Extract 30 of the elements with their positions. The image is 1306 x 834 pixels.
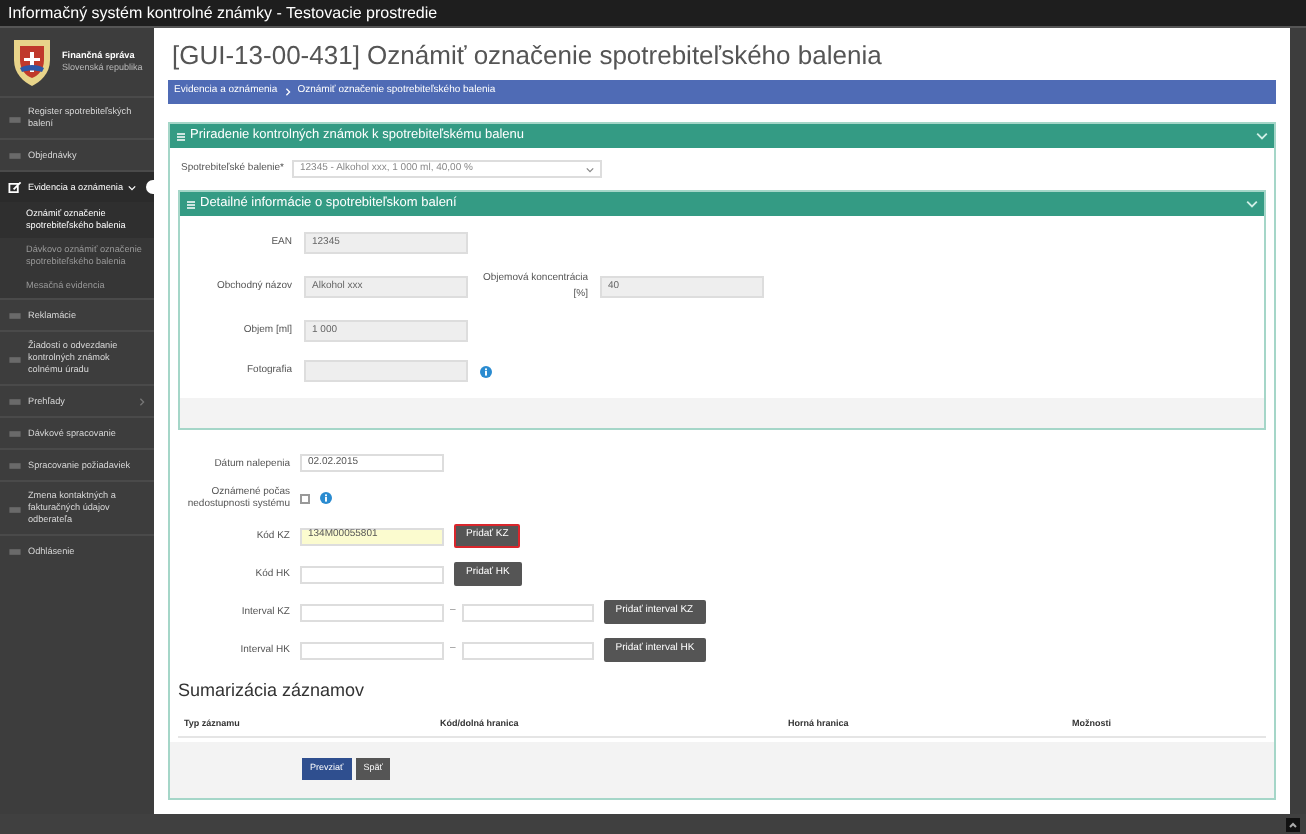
menu-item-icon: [8, 546, 22, 558]
input-field[interactable]: [461, 603, 594, 621]
menu-item-icon: [8, 150, 22, 162]
dropdown-caret-icon: [586, 165, 594, 173]
input-field[interactable]: [300, 565, 444, 583]
chevron-down-icon[interactable]: [1246, 200, 1258, 208]
input-field[interactable]: [300, 641, 444, 659]
menu-item-icon: [8, 396, 22, 408]
menu-item-icon: [8, 460, 22, 472]
info-icon: [480, 365, 492, 377]
menu-icon: [186, 199, 196, 209]
menu-item-icon: [8, 310, 22, 322]
input-field[interactable]: [300, 603, 444, 621]
checkbox[interactable]: [300, 493, 310, 503]
page-title: [GUI-13-00-431] Oznámiť označenie spotrebiteľského balenia: [172, 38, 884, 74]
edit-icon: [8, 182, 22, 194]
menu-icon: [176, 131, 186, 141]
menu-item-icon: [8, 113, 22, 125]
emblem-logo: [10, 36, 54, 88]
window-title: Informačný systém kontrolné známky - Testovacie prostredie: [8, 1, 438, 25]
menu-item-icon: [8, 428, 22, 440]
scroll-top-icon[interactable]: [1286, 817, 1300, 831]
chevron-down-icon[interactable]: [1256, 132, 1268, 140]
chevron-right-icon: [138, 397, 146, 405]
input-field[interactable]: [461, 641, 594, 659]
caret-down-icon: [127, 183, 135, 191]
section-title: Sumarizácia záznamov: [176, 678, 367, 704]
menu-item-icon: [8, 503, 22, 515]
menu-item-icon: [8, 353, 22, 365]
info-icon: [320, 492, 332, 504]
